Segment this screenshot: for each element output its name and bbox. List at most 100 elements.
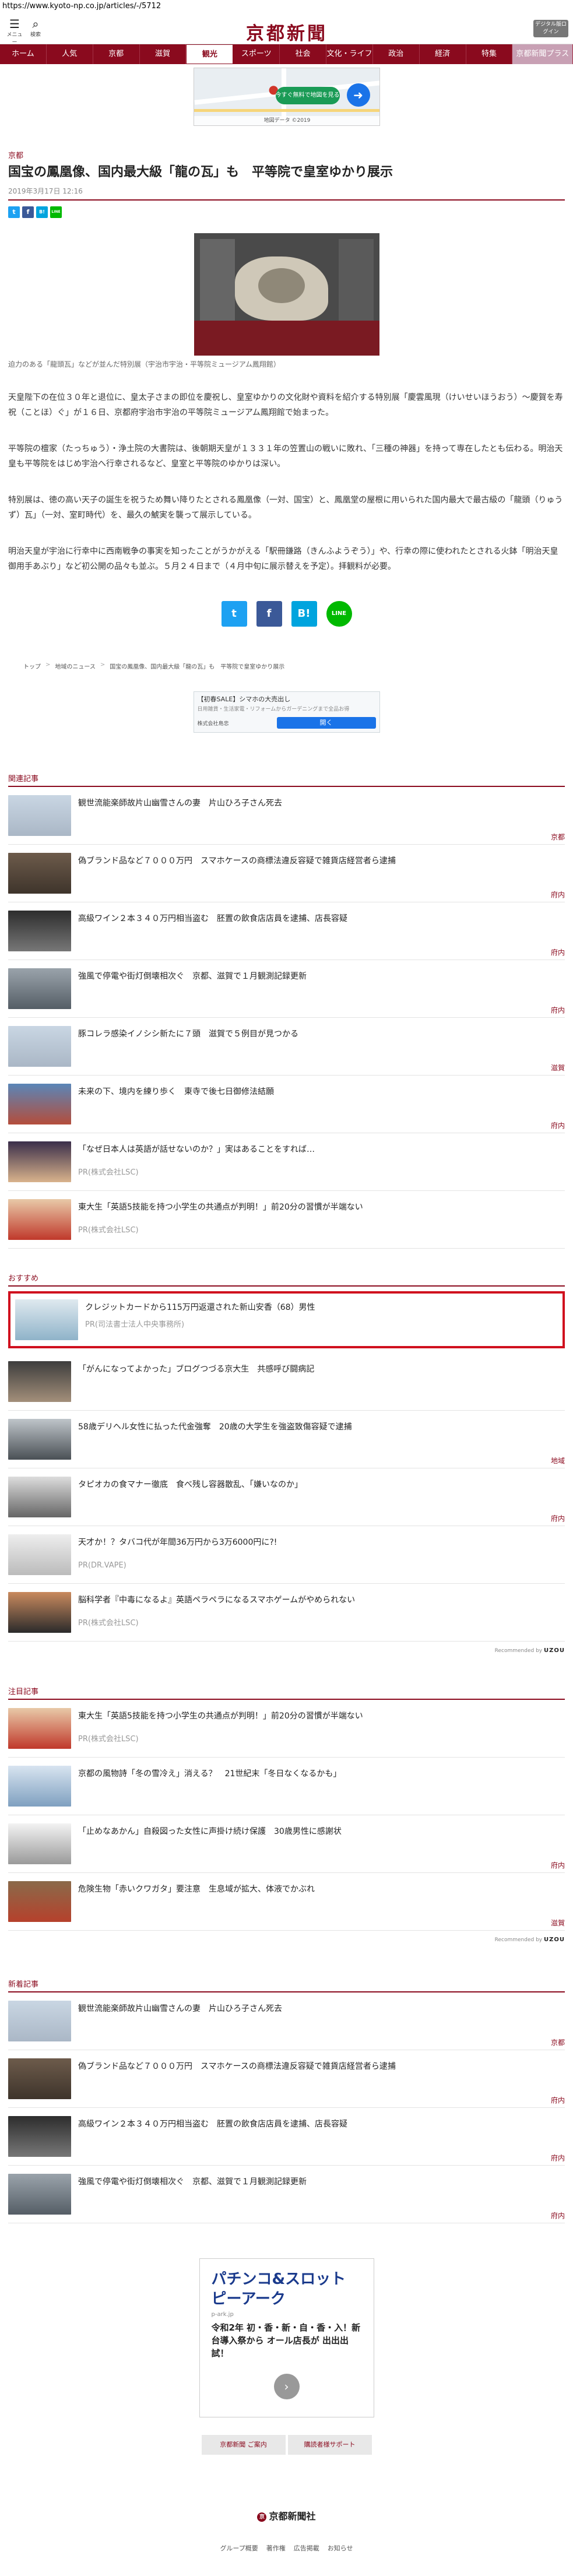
- list-item[interactable]: 東大生「英語5技能を持つ小学生の共通点が判明！」前20分の習慣が半端ない PR(…: [8, 1700, 565, 1758]
- route-icon[interactable]: ➜: [346, 83, 370, 107]
- article-thumbnail: [8, 795, 71, 836]
- item-sponsor: PR(株式会社LSC): [78, 1168, 139, 1177]
- footer-link[interactable]: 広告掲載: [294, 2543, 319, 2553]
- list-item[interactable]: 偽ブランド品など７０００万円 スマホケースの商標法違反容疑で雑貨店経営者ら逮捕 …: [8, 2050, 565, 2108]
- footer-link[interactable]: 著作権: [266, 2543, 286, 2553]
- list-item-highlighted[interactable]: クレジットカードから115万円返還された新山安香（68）男性 PR(司法書士法人…: [8, 1291, 565, 1348]
- promo-ad[interactable]: 【初春SALE】シマホの大売出し 日用雑貨・生活家電・リフォームからガーデニング…: [193, 691, 380, 733]
- menu-button[interactable]: ☰ メニュー: [6, 17, 23, 45]
- article-section[interactable]: 京都: [8, 149, 565, 160]
- list-item[interactable]: 強風で停電や街灯倒壊相次ぐ 京都、滋賀で１月観測記録更新 府内: [8, 960, 565, 1018]
- item-title: 危険生物「赤いクワガタ」要注意 生息域が拡大、体液でかぶれ: [78, 1885, 315, 1894]
- list-item[interactable]: タピオカの食マナー徹底 食べ残し容器散乱、「嫌いなのか」 府内: [8, 1468, 565, 1526]
- nav-item-popular[interactable]: 人気: [47, 44, 93, 64]
- list-item[interactable]: 脳科学者『中毒になるよ』英語ペラペラになるスマホゲームがやめられない PR(株式…: [8, 1584, 565, 1642]
- nav-item-shiga[interactable]: 滋賀: [140, 44, 187, 64]
- article-thumbnail: [8, 1084, 71, 1124]
- item-title: 58歳デリヘル女性に払った代金強奪 20歳の大学生を強盗致傷容疑で逮捕: [78, 1422, 352, 1432]
- nav-item-feature[interactable]: 特集: [466, 44, 513, 64]
- promo-shop: 株式会社島忠: [197, 721, 229, 727]
- hatena-share-button[interactable]: B!: [291, 601, 317, 627]
- nav-item-society[interactable]: 社会: [280, 44, 327, 64]
- site-logo[interactable]: 京都新聞: [222, 19, 352, 45]
- map-ad-cta[interactable]: 今すぐ無料で地図を見る: [275, 87, 340, 104]
- article-thumbnail: [8, 2058, 71, 2099]
- search-button[interactable]: ⌕ 検索: [27, 17, 44, 38]
- item-tag: 府内: [550, 948, 565, 957]
- list-item[interactable]: 偽ブランド品など７０００万円 スマホケースの商標法違反容疑で雑貨店経営者ら逮捕 …: [8, 845, 565, 902]
- recommended-label: Recommended by: [494, 1648, 543, 1654]
- pachinko-ad[interactable]: パチンコ&スロット ピーアーク p-ark.jp 令和2年 初・香・新・自・香・…: [199, 2258, 374, 2417]
- arrow-right-icon[interactable]: ›: [273, 2374, 300, 2399]
- list-item[interactable]: 「止めなあかん」自殺図った女性に声掛け続け保護 30歳男性に感謝状 府内: [8, 1815, 565, 1873]
- item-tag: 府内: [550, 1122, 565, 1130]
- article-photo[interactable]: [194, 233, 379, 356]
- list-item[interactable]: 高級ワイン２本３４０万円相当盗む 胚置の飲食店店員を逮捕、店長容疑 府内: [8, 902, 565, 960]
- twitter-icon[interactable]: t: [8, 206, 20, 218]
- breadcrumb-link[interactable]: トップ: [23, 662, 41, 670]
- list-item[interactable]: 高級ワイン２本３４０万円相当盗む 胚置の飲食店店員を逮捕、店長容疑 府内: [8, 2108, 565, 2166]
- list-item[interactable]: 未来の下、境内を練り歩く 東寺で後七日御修法結願 府内: [8, 1076, 565, 1133]
- digital-login-button[interactable]: デジタル版ログイン: [533, 20, 568, 37]
- recommended-by[interactable]: Recommended by UZOU: [8, 1647, 565, 1654]
- footer-link[interactable]: グループ概要: [220, 2543, 258, 2553]
- recommended-by[interactable]: Recommended by UZOU: [8, 1937, 565, 1943]
- map-ad-banner[interactable]: ● 今すぐ無料で地図を見る ➜ 地図データ ©2019: [193, 68, 380, 126]
- list-item[interactable]: 「なぜ日本人は英語が話せないのか？」実はあることをすれば… PR(株式会社LSC…: [8, 1133, 565, 1191]
- nav-item-kyoto[interactable]: 京都: [93, 44, 140, 64]
- nav-item-sports[interactable]: スポーツ: [233, 44, 280, 64]
- article-thumbnail: [8, 2174, 71, 2215]
- item-tag: 京都: [550, 2039, 565, 2047]
- facebook-share-button[interactable]: f: [256, 601, 282, 627]
- list-item[interactable]: 危険生物「赤いクワガタ」要注意 生息域が拡大、体液でかぶれ 滋賀: [8, 1873, 565, 1931]
- facebook-icon[interactable]: f: [22, 206, 34, 218]
- article-thumbnail: [8, 911, 71, 951]
- item-tag: 府内: [550, 1006, 565, 1014]
- footer-link[interactable]: お知らせ: [328, 2543, 353, 2553]
- list-item[interactable]: 観世流能楽師故片山幽雪さんの妻 片山ひろ子さん死去 京都: [8, 787, 565, 845]
- item-tag: 京都: [550, 833, 565, 841]
- list-item[interactable]: 京都の風物詩「冬の雪冷え」消える？ 21世紀末「冬日なくなるかも」: [8, 1758, 565, 1815]
- list-item[interactable]: 天才か！？タバコ代が年間36万円から3万6000円に?! PR(DR.VAPE): [8, 1526, 565, 1584]
- nav-item-kanko[interactable]: 観光: [186, 44, 234, 64]
- osusume-title: おすすめ: [8, 1274, 39, 1283]
- newest-title: 新着記事: [8, 1980, 39, 1989]
- hatena-icon[interactable]: B!: [36, 206, 48, 218]
- dragon-tile-detail: [258, 268, 305, 303]
- line-icon[interactable]: LINE: [50, 206, 62, 218]
- list-item[interactable]: 豚コレラ感染イノシシ新たに７頭 滋賀で５例目が見つかる 滋賀: [8, 1018, 565, 1076]
- share-row-bottom: t f B! LINE: [0, 601, 573, 627]
- subscriber-support-button[interactable]: 購読者様サポート: [287, 2435, 372, 2455]
- item-title-text: 天才か！？タバコ代が年間36万円から3万6000円に?!: [78, 1538, 277, 1547]
- item-title-text: 「なぜ日本人は英語が話せないのか？」実はあることをすれば…: [78, 1145, 315, 1154]
- article-headline: 国宝の鳳凰像、国内最大級「龍の瓦」も 平等院で皇室ゆかり展示: [8, 165, 393, 180]
- address-bar[interactable]: https://www.kyoto-np.co.jp/articles/-/57…: [0, 0, 573, 13]
- twitter-share-button[interactable]: t: [221, 601, 247, 627]
- nav-item-home[interactable]: ホーム: [0, 44, 47, 64]
- list-item[interactable]: 強風で停電や街灯倒壊相次ぐ 京都、滋賀で１月観測記録更新 府内: [8, 2166, 565, 2223]
- list-item[interactable]: 「がんになってよかった」ブログつづる京大生 共感呼び闘病記: [8, 1353, 565, 1411]
- nav-item-culture[interactable]: 文化・ライフ: [326, 44, 373, 64]
- item-tag: 府内: [550, 1514, 565, 1523]
- article-thumbnail: [8, 1199, 71, 1240]
- nav-item-politics[interactable]: 政治: [373, 44, 420, 64]
- item-tag: 府内: [550, 2096, 565, 2104]
- article-thumbnail: [8, 1419, 71, 1460]
- list-item[interactable]: 58歳デリヘル女性に払った代金強奪 20歳の大学生を強盗致傷容疑で逮捕 地域: [8, 1411, 565, 1468]
- newest-list: 観世流能楽師故片山幽雪さんの妻 片山ひろ子さん死去 京都 偽ブランド品など７００…: [0, 1992, 573, 2223]
- article-thumbnail: [8, 1881, 71, 1922]
- footer-logo[interactable]: 京京都新聞社: [0, 2508, 573, 2522]
- list-item[interactable]: 観世流能楽師故片山幽雪さんの妻 片山ひろ子さん死去 京都: [8, 1992, 565, 2050]
- list-item[interactable]: 東大生「英語5技能を持つ小学生の共通点が判明！」前20分の習慣が半端ない PR(…: [8, 1191, 565, 1249]
- map-caption: 地図データ ©2019: [194, 116, 379, 125]
- guide-button[interactable]: 京都新聞 ご案内: [201, 2435, 286, 2455]
- article-thumbnail: [8, 1708, 71, 1749]
- item-title: 脳科学者『中毒になるよ』英語ペラペラになるスマホゲームがやめられない PR(株式…: [78, 1592, 565, 1633]
- promo-open-button[interactable]: 開く: [276, 717, 376, 729]
- breadcrumb-link[interactable]: 地域のニュース: [55, 662, 96, 670]
- nav-item-economy[interactable]: 経済: [420, 44, 466, 64]
- item-title: 高級ワイン２本３４０万円相当盗む 胚置の飲食店店員を逮捕、店長容疑: [78, 2120, 347, 2129]
- nav-item-plus[interactable]: 京都新聞プラス: [512, 44, 573, 64]
- menu-label: メニュー: [6, 32, 23, 45]
- line-share-button[interactable]: LINE: [326, 601, 352, 627]
